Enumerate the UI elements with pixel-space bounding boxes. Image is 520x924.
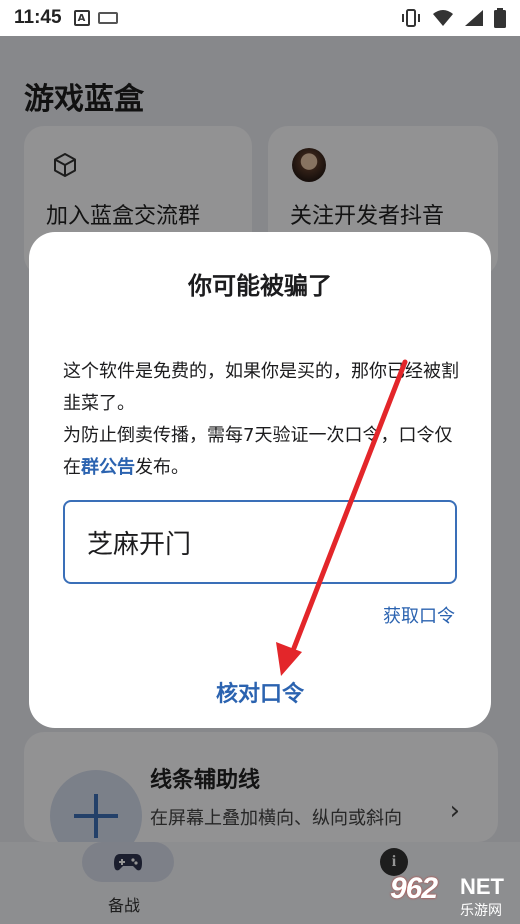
- dialog-message-line2-suffix: 发布。: [135, 457, 189, 478]
- keyboard-icon: [97, 12, 118, 24]
- dialog-message-line1: 这个软件是免费的，如果你是买的，那你已经被割韭菜了。: [63, 361, 459, 414]
- wifi-icon: [433, 10, 453, 26]
- status-notification-icons: A: [73, 10, 118, 26]
- get-passcode-button[interactable]: 获取口令: [383, 602, 455, 628]
- dialog-message: 这个软件是免费的，如果你是买的，那你已经被割韭菜了。 为防止倒卖传播，需每7天验…: [63, 356, 463, 484]
- verify-passcode-button[interactable]: 核对口令: [29, 676, 491, 708]
- passcode-input[interactable]: 芝麻开门: [63, 500, 457, 584]
- watermark-number: 962: [390, 872, 438, 905]
- battery-icon: [494, 8, 506, 28]
- group-announcement-link[interactable]: 群公告: [81, 457, 135, 478]
- dialog-title: 你可能被骗了: [188, 272, 332, 300]
- signal-icon: [465, 10, 483, 26]
- verification-dialog: 你可能被骗了 这个软件是免费的，如果你是买的，那你已经被割韭菜了。 为防止倒卖传…: [29, 232, 491, 728]
- a-notification-icon: A: [73, 10, 90, 26]
- dialog-message-line2: 为防止倒卖传播，需每7天验证一次口令，口令仅在群公告发布。: [63, 420, 463, 484]
- site-watermark: 962 NET 乐游网: [386, 872, 514, 920]
- watermark-site: 乐游网: [460, 903, 502, 919]
- watermark-net: NET: [460, 874, 504, 899]
- status-time: 11:45: [14, 7, 62, 28]
- vibrate-icon: [402, 9, 420, 27]
- status-bar: 11:45 A: [0, 0, 520, 36]
- status-system-icons: [400, 8, 506, 28]
